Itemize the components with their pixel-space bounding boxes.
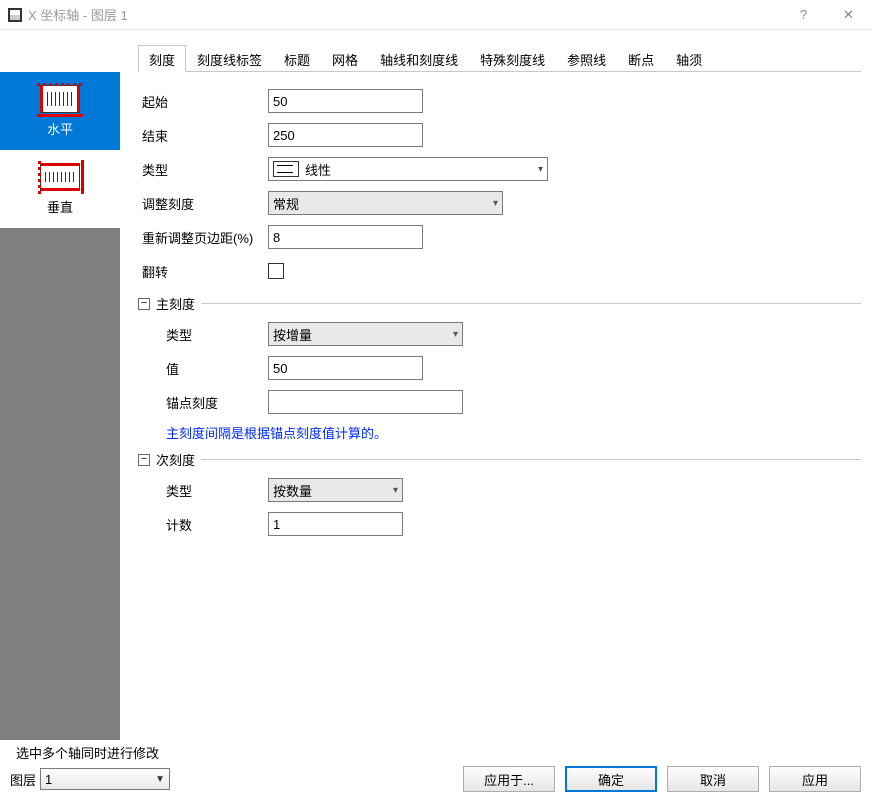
app-icon bbox=[8, 8, 22, 22]
chevron-down-icon: ▾ bbox=[393, 485, 398, 496]
horizontal-axis-icon bbox=[40, 85, 80, 113]
scale-type-select[interactable]: 线性 ▾ bbox=[268, 157, 548, 181]
to-label: 结束 bbox=[138, 126, 268, 145]
scale-panel: 起始 结束 类型 线性 ▾ 调整刻度 常规 ▾ bbox=[138, 72, 861, 543]
minor-count-input[interactable] bbox=[268, 512, 403, 536]
tab-rug[interactable]: 轴须 bbox=[665, 45, 713, 72]
to-input[interactable] bbox=[268, 123, 423, 147]
major-value-label: 值 bbox=[138, 359, 268, 378]
major-section-label: 主刻度 bbox=[156, 294, 195, 313]
tab-special-ticks[interactable]: 特殊刻度线 bbox=[469, 45, 556, 72]
reverse-label: 翻转 bbox=[138, 262, 268, 281]
tab-title[interactable]: 标题 bbox=[273, 45, 321, 72]
minor-count-label: 计数 bbox=[138, 515, 268, 534]
apply-button[interactable]: 应用 bbox=[769, 766, 861, 792]
sidebar-item-vertical[interactable]: 垂直 bbox=[0, 150, 120, 228]
collapse-toggle-major[interactable]: − bbox=[138, 298, 150, 310]
dialog-footer: 选中多个轴同时进行修改 图层 1 ▼ 应用于... 确定 取消 应用 bbox=[0, 743, 871, 802]
tab-bar: 刻度 刻度线标签 标题 网格 轴线和刻度线 特殊刻度线 参照线 断点 轴须 bbox=[138, 44, 861, 72]
window-title: X 坐标轴 - 图层 1 bbox=[28, 5, 781, 24]
linear-icon bbox=[273, 161, 299, 177]
major-ticks-section: − 主刻度 bbox=[138, 294, 861, 313]
major-value-input[interactable] bbox=[268, 356, 423, 380]
anchor-label: 锚点刻度 bbox=[138, 393, 268, 412]
rescale-label: 调整刻度 bbox=[138, 194, 268, 213]
tab-breaks[interactable]: 断点 bbox=[617, 45, 665, 72]
major-type-label: 类型 bbox=[138, 325, 268, 344]
layer-combo[interactable]: 1 ▼ bbox=[40, 768, 170, 790]
ok-button[interactable]: 确定 bbox=[565, 766, 657, 792]
multi-axis-note: 选中多个轴同时进行修改 bbox=[16, 743, 861, 762]
sidebar-item-label: 水平 bbox=[47, 119, 73, 138]
rescale-select[interactable]: 常规 ▾ bbox=[268, 191, 503, 215]
reverse-checkbox[interactable] bbox=[268, 263, 284, 279]
cancel-button[interactable]: 取消 bbox=[667, 766, 759, 792]
sidebar-item-label: 垂直 bbox=[47, 197, 73, 216]
chevron-down-icon: ▾ bbox=[538, 164, 543, 175]
minor-type-select[interactable]: 按数量 ▾ bbox=[268, 478, 403, 502]
chevron-down-icon: ▾ bbox=[493, 198, 498, 209]
major-hint: 主刻度间隔是根据锚点刻度值计算的。 bbox=[166, 423, 861, 442]
tab-scale[interactable]: 刻度 bbox=[138, 45, 186, 72]
sidebar-item-horizontal[interactable]: 水平 bbox=[0, 72, 120, 150]
apply-to-button[interactable]: 应用于... bbox=[463, 766, 555, 792]
tab-tick-labels[interactable]: 刻度线标签 bbox=[186, 45, 273, 72]
vertical-axis-icon bbox=[40, 163, 80, 191]
titlebar: X 坐标轴 - 图层 1 ? ✕ bbox=[0, 0, 871, 30]
from-label: 起始 bbox=[138, 92, 268, 111]
axis-sidebar: 水平 垂直 bbox=[0, 30, 120, 740]
major-type-select[interactable]: 按增量 ▾ bbox=[268, 322, 463, 346]
tab-reference-lines[interactable]: 参照线 bbox=[556, 45, 617, 72]
chevron-down-icon: ▾ bbox=[453, 329, 458, 340]
help-button[interactable]: ? bbox=[781, 0, 826, 30]
type-label: 类型 bbox=[138, 160, 268, 179]
layer-label: 图层 bbox=[10, 770, 36, 789]
margin-input[interactable] bbox=[268, 225, 423, 249]
chevron-down-icon: ▼ bbox=[155, 774, 165, 785]
from-input[interactable] bbox=[268, 89, 423, 113]
minor-section-label: 次刻度 bbox=[156, 450, 195, 469]
close-button[interactable]: ✕ bbox=[826, 0, 871, 30]
tab-grids[interactable]: 网格 bbox=[321, 45, 369, 72]
minor-type-label: 类型 bbox=[138, 481, 268, 500]
collapse-toggle-minor[interactable]: − bbox=[138, 454, 150, 466]
anchor-input[interactable] bbox=[268, 390, 463, 414]
minor-ticks-section: − 次刻度 bbox=[138, 450, 861, 469]
margin-label: 重新调整页边距(%) bbox=[138, 228, 268, 247]
tab-line-ticks[interactable]: 轴线和刻度线 bbox=[369, 45, 469, 72]
